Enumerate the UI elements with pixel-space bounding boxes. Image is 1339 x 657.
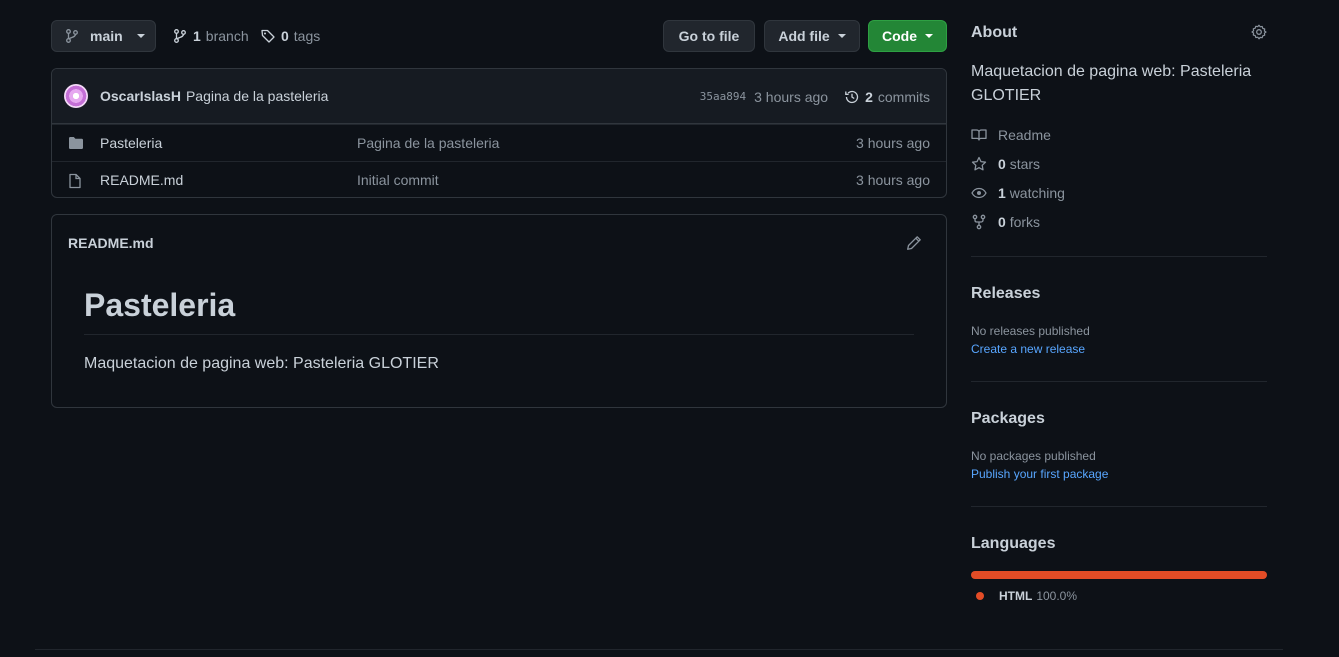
list-item[interactable]: README.md Initial commit 3 hours ago	[52, 161, 946, 197]
commits-label: commits	[877, 88, 930, 105]
publish-package-link[interactable]: Publish your first package	[971, 467, 1108, 481]
languages-heading: Languages	[971, 535, 1056, 552]
file-icon	[68, 173, 82, 189]
file-name-link[interactable]: README.md	[100, 172, 183, 188]
git-branch-icon	[64, 28, 80, 44]
forks-label: forks	[1009, 214, 1041, 230]
create-release-link[interactable]: Create a new release	[971, 342, 1085, 356]
code-button[interactable]: Code	[868, 20, 947, 52]
add-file-button[interactable]: Add file	[764, 20, 860, 52]
commit-author-link[interactable]: OscarIslasH	[100, 88, 181, 104]
footer-divider	[35, 649, 1283, 650]
star-icon	[971, 156, 987, 172]
about-description: Maquetacion de pagina web: Pasteleria GL…	[971, 63, 1252, 104]
language-percent: 100.0%	[1036, 589, 1078, 603]
eye-icon	[971, 185, 987, 201]
file-age: 3 hours ago	[856, 172, 930, 188]
packages-heading[interactable]: Packages	[971, 410, 1045, 428]
html-color-dot	[976, 592, 984, 600]
file-name-link[interactable]: Pasteleria	[100, 135, 162, 151]
fork-icon	[971, 214, 987, 230]
commits-count: 2	[865, 88, 873, 105]
branches-link[interactable]: 1 branch	[172, 20, 249, 52]
divider	[971, 381, 1267, 382]
commit-meta: 35aa894 3 hours ago 2 commits	[700, 69, 930, 124]
gear-icon[interactable]	[1251, 24, 1267, 40]
branches-label: branch	[205, 28, 249, 44]
readme-link[interactable]: Readme	[971, 127, 1051, 143]
packages-empty-text: No packages published	[971, 449, 1096, 463]
language-name: HTML	[999, 589, 1033, 603]
divider	[971, 506, 1267, 507]
commit-sha-link[interactable]: 35aa894	[700, 90, 746, 103]
tag-icon	[260, 28, 276, 44]
releases-empty-text: No releases published	[971, 324, 1090, 338]
file-listing: OscarIslasH Pagina de la pasteleria 35aa…	[51, 68, 947, 198]
readme-panel: README.md Pasteleria Maquetacion de pagi…	[51, 214, 947, 408]
language-bar[interactable]	[971, 571, 1267, 579]
divider	[84, 334, 914, 335]
divider	[971, 256, 1267, 257]
watching-label: watching	[1009, 185, 1065, 201]
branch-name: main	[90, 28, 123, 44]
branch-select-button[interactable]: main	[51, 20, 156, 52]
readme-label: Readme	[998, 127, 1051, 143]
add-file-label: Add file	[778, 28, 830, 44]
language-item-html[interactable]: HTML 100.0%	[976, 589, 1077, 603]
commit-message-link[interactable]: Pagina de la pasteleria	[186, 88, 328, 104]
readme-filename[interactable]: README.md	[68, 235, 154, 251]
commit-age: 3 hours ago	[754, 88, 829, 105]
watching-link[interactable]: 1 watching	[971, 185, 1065, 201]
folder-icon	[68, 136, 84, 150]
branches-count: 1	[193, 28, 201, 44]
watching-count: 1	[998, 185, 1006, 201]
code-label: Code	[882, 28, 917, 44]
file-commit-link[interactable]: Pagina de la pasteleria	[357, 135, 499, 151]
releases-heading[interactable]: Releases	[971, 285, 1040, 303]
chevron-down-icon	[136, 34, 145, 38]
git-branch-icon	[172, 28, 188, 44]
stars-count: 0	[998, 156, 1006, 172]
go-to-file-button[interactable]: Go to file	[663, 20, 755, 52]
tags-link[interactable]: 0 tags	[260, 20, 320, 52]
readme-heading: Pasteleria	[84, 287, 236, 323]
repo-toolbar: main 1 branch 0 tags Go to file Add file…	[51, 20, 947, 52]
go-to-file-label: Go to file	[678, 28, 740, 44]
stars-label: stars	[1009, 156, 1041, 172]
tags-count: 0	[281, 28, 289, 44]
file-age: 3 hours ago	[856, 135, 930, 151]
pencil-icon[interactable]	[906, 235, 922, 251]
forks-link[interactable]: 0 forks	[971, 214, 1040, 230]
forks-count: 0	[998, 214, 1006, 230]
commits-history-link[interactable]: 2 commits	[844, 89, 930, 105]
latest-commit-bar: OscarIslasH Pagina de la pasteleria 35aa…	[52, 69, 946, 124]
file-commit-link[interactable]: Initial commit	[357, 172, 439, 188]
stars-link[interactable]: 0 stars	[971, 156, 1040, 172]
chevron-down-icon	[837, 34, 846, 38]
about-heading: About	[971, 24, 1018, 41]
avatar[interactable]	[64, 84, 88, 108]
book-icon	[971, 127, 987, 143]
readme-body: Maquetacion de pagina web: Pasteleria GL…	[84, 355, 439, 372]
history-icon	[844, 89, 860, 105]
chevron-down-icon	[925, 34, 933, 38]
list-item[interactable]: Pasteleria Pagina de la pasteleria 3 hou…	[52, 124, 946, 161]
tags-label: tags	[293, 28, 321, 44]
